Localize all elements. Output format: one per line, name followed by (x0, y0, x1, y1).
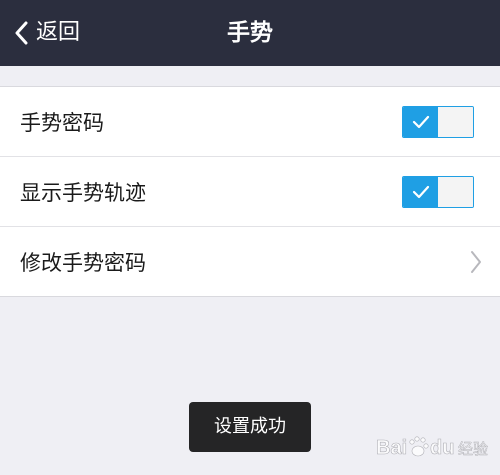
back-button[interactable]: 返回 (14, 0, 80, 66)
setting-row-change-gesture-password[interactable]: 修改手势密码 (0, 226, 500, 296)
toggle-knob (438, 176, 473, 207)
setting-label: 修改手势密码 (20, 250, 146, 275)
setting-label: 显示手势轨迹 (20, 180, 146, 205)
svg-text:Bai: Bai (376, 437, 407, 459)
back-label: 返回 (36, 20, 81, 45)
show-gesture-trail-toggle[interactable] (402, 175, 474, 208)
nav-bar: 返回 手势 (0, 0, 500, 66)
toggle-on-segment (403, 106, 439, 137)
toggle-on-segment (403, 176, 439, 207)
setting-row-gesture-password: 手势密码 (0, 87, 500, 156)
baidu-jingyan-watermark: Bai du 经验 (376, 436, 488, 459)
settings-list: 手势密码 显示手势轨迹 修改手势密码 (0, 86, 500, 297)
svg-text:经验: 经验 (458, 440, 488, 458)
chevron-right-icon (471, 250, 481, 273)
chevron-left-icon (15, 21, 28, 45)
checkmark-icon (412, 115, 430, 128)
setting-label: 手势密码 (20, 110, 104, 135)
gesture-password-toggle[interactable] (402, 105, 474, 138)
toast-message: 设置成功 (189, 402, 311, 452)
svg-text:du: du (430, 437, 454, 459)
toggle-knob (438, 106, 473, 137)
checkmark-icon (412, 185, 430, 198)
setting-row-show-gesture-trail: 显示手势轨迹 (0, 156, 500, 226)
